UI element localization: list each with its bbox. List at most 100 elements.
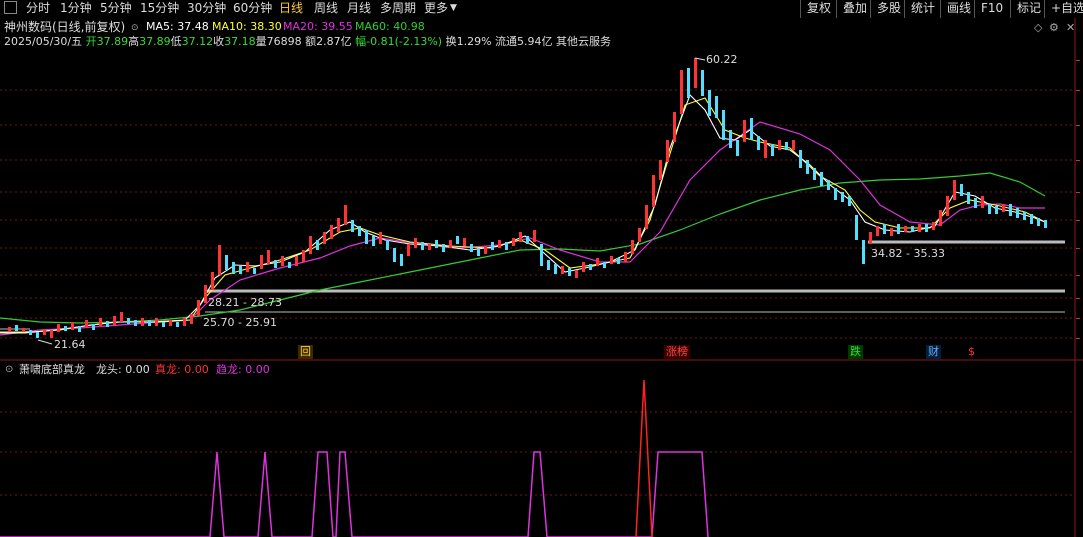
candle	[134, 320, 137, 326]
candle	[407, 244, 410, 256]
candle	[323, 232, 326, 244]
candle	[645, 205, 648, 229]
candle	[561, 266, 564, 274]
candle	[211, 272, 214, 290]
candle	[1044, 220, 1047, 228]
candle	[85, 320, 88, 328]
candle	[897, 224, 900, 234]
candle	[428, 244, 431, 250]
candle	[799, 150, 802, 168]
candle	[701, 70, 704, 96]
candle	[680, 70, 683, 114]
candle	[904, 226, 907, 232]
candle	[442, 244, 445, 252]
candle	[855, 215, 858, 240]
candle	[316, 240, 319, 250]
candle	[106, 321, 109, 327]
indicator-gridlines	[0, 411, 1075, 496]
candle	[617, 258, 620, 264]
candle	[183, 318, 186, 326]
candle	[127, 318, 130, 324]
candle	[750, 118, 753, 140]
event-marker-fall[interactable]: 跌	[848, 345, 863, 359]
candle	[736, 140, 739, 156]
ma20-line	[0, 121, 1045, 336]
candle	[99, 318, 102, 327]
candle	[988, 204, 991, 214]
candle	[967, 192, 970, 204]
candle	[827, 180, 830, 190]
candle	[400, 254, 403, 266]
candle	[246, 262, 249, 272]
candle	[708, 90, 711, 116]
candle	[519, 232, 522, 242]
candle	[253, 268, 256, 274]
event-marker-dividend[interactable]: $	[966, 345, 977, 359]
candle	[778, 140, 781, 150]
candle	[820, 172, 823, 186]
candle	[547, 260, 550, 270]
candle	[218, 245, 221, 275]
zone-mid-label: 28.21 - 28.73	[208, 296, 282, 309]
candle	[862, 240, 865, 264]
zone-low-label: 25.70 - 25.91	[203, 316, 277, 329]
candle	[841, 192, 844, 202]
candle	[1023, 212, 1026, 220]
candle	[596, 258, 599, 266]
low-price-label: 21.64	[54, 338, 86, 351]
candle	[813, 168, 816, 180]
candle	[771, 144, 774, 156]
candle	[869, 232, 872, 244]
candle	[876, 226, 879, 236]
candle	[624, 252, 627, 262]
event-marker-return[interactable]: 回	[298, 345, 313, 359]
candle	[575, 270, 578, 278]
candle	[36, 332, 39, 338]
candle	[1037, 218, 1040, 226]
indicator-name: 萧啸底部真龙	[19, 363, 85, 376]
candle	[302, 250, 305, 262]
low-marker	[37, 339, 53, 345]
candle	[148, 320, 151, 326]
high-price-label: 60.22	[706, 53, 738, 66]
candle	[239, 266, 242, 274]
candle	[890, 228, 893, 236]
candle	[757, 136, 760, 150]
candle	[484, 246, 487, 254]
candle	[176, 322, 179, 327]
candle	[911, 226, 914, 232]
event-marker-top-gainers[interactable]: 涨榜	[664, 345, 690, 359]
candle	[414, 238, 417, 248]
candle	[225, 255, 228, 270]
candle	[190, 314, 193, 324]
event-marker-finance[interactable]: 财	[926, 345, 941, 359]
candle	[337, 218, 340, 232]
candle	[610, 256, 613, 264]
candle	[652, 175, 655, 207]
candle	[631, 240, 634, 254]
candle	[512, 238, 515, 246]
candle	[785, 142, 788, 150]
chevron-down-icon[interactable]: ⊙	[5, 363, 13, 377]
dragon-head-value: 龙头: 0.00	[96, 363, 150, 376]
candle	[981, 196, 984, 208]
candle	[582, 262, 585, 272]
ma10-line	[0, 97, 1046, 333]
candle	[1030, 214, 1033, 224]
candle	[883, 224, 886, 234]
candle	[743, 120, 746, 142]
candle	[694, 58, 697, 88]
candle	[15, 325, 18, 331]
candle	[232, 262, 235, 274]
candle	[78, 326, 81, 332]
candle	[834, 188, 837, 200]
candle	[421, 242, 424, 250]
candle	[169, 320, 172, 326]
candle	[92, 324, 95, 330]
candle	[687, 68, 690, 98]
candle	[197, 300, 200, 316]
candle	[939, 210, 942, 226]
kline-chart[interactable]	[0, 0, 1083, 537]
candle	[155, 318, 158, 326]
candle	[295, 256, 298, 266]
